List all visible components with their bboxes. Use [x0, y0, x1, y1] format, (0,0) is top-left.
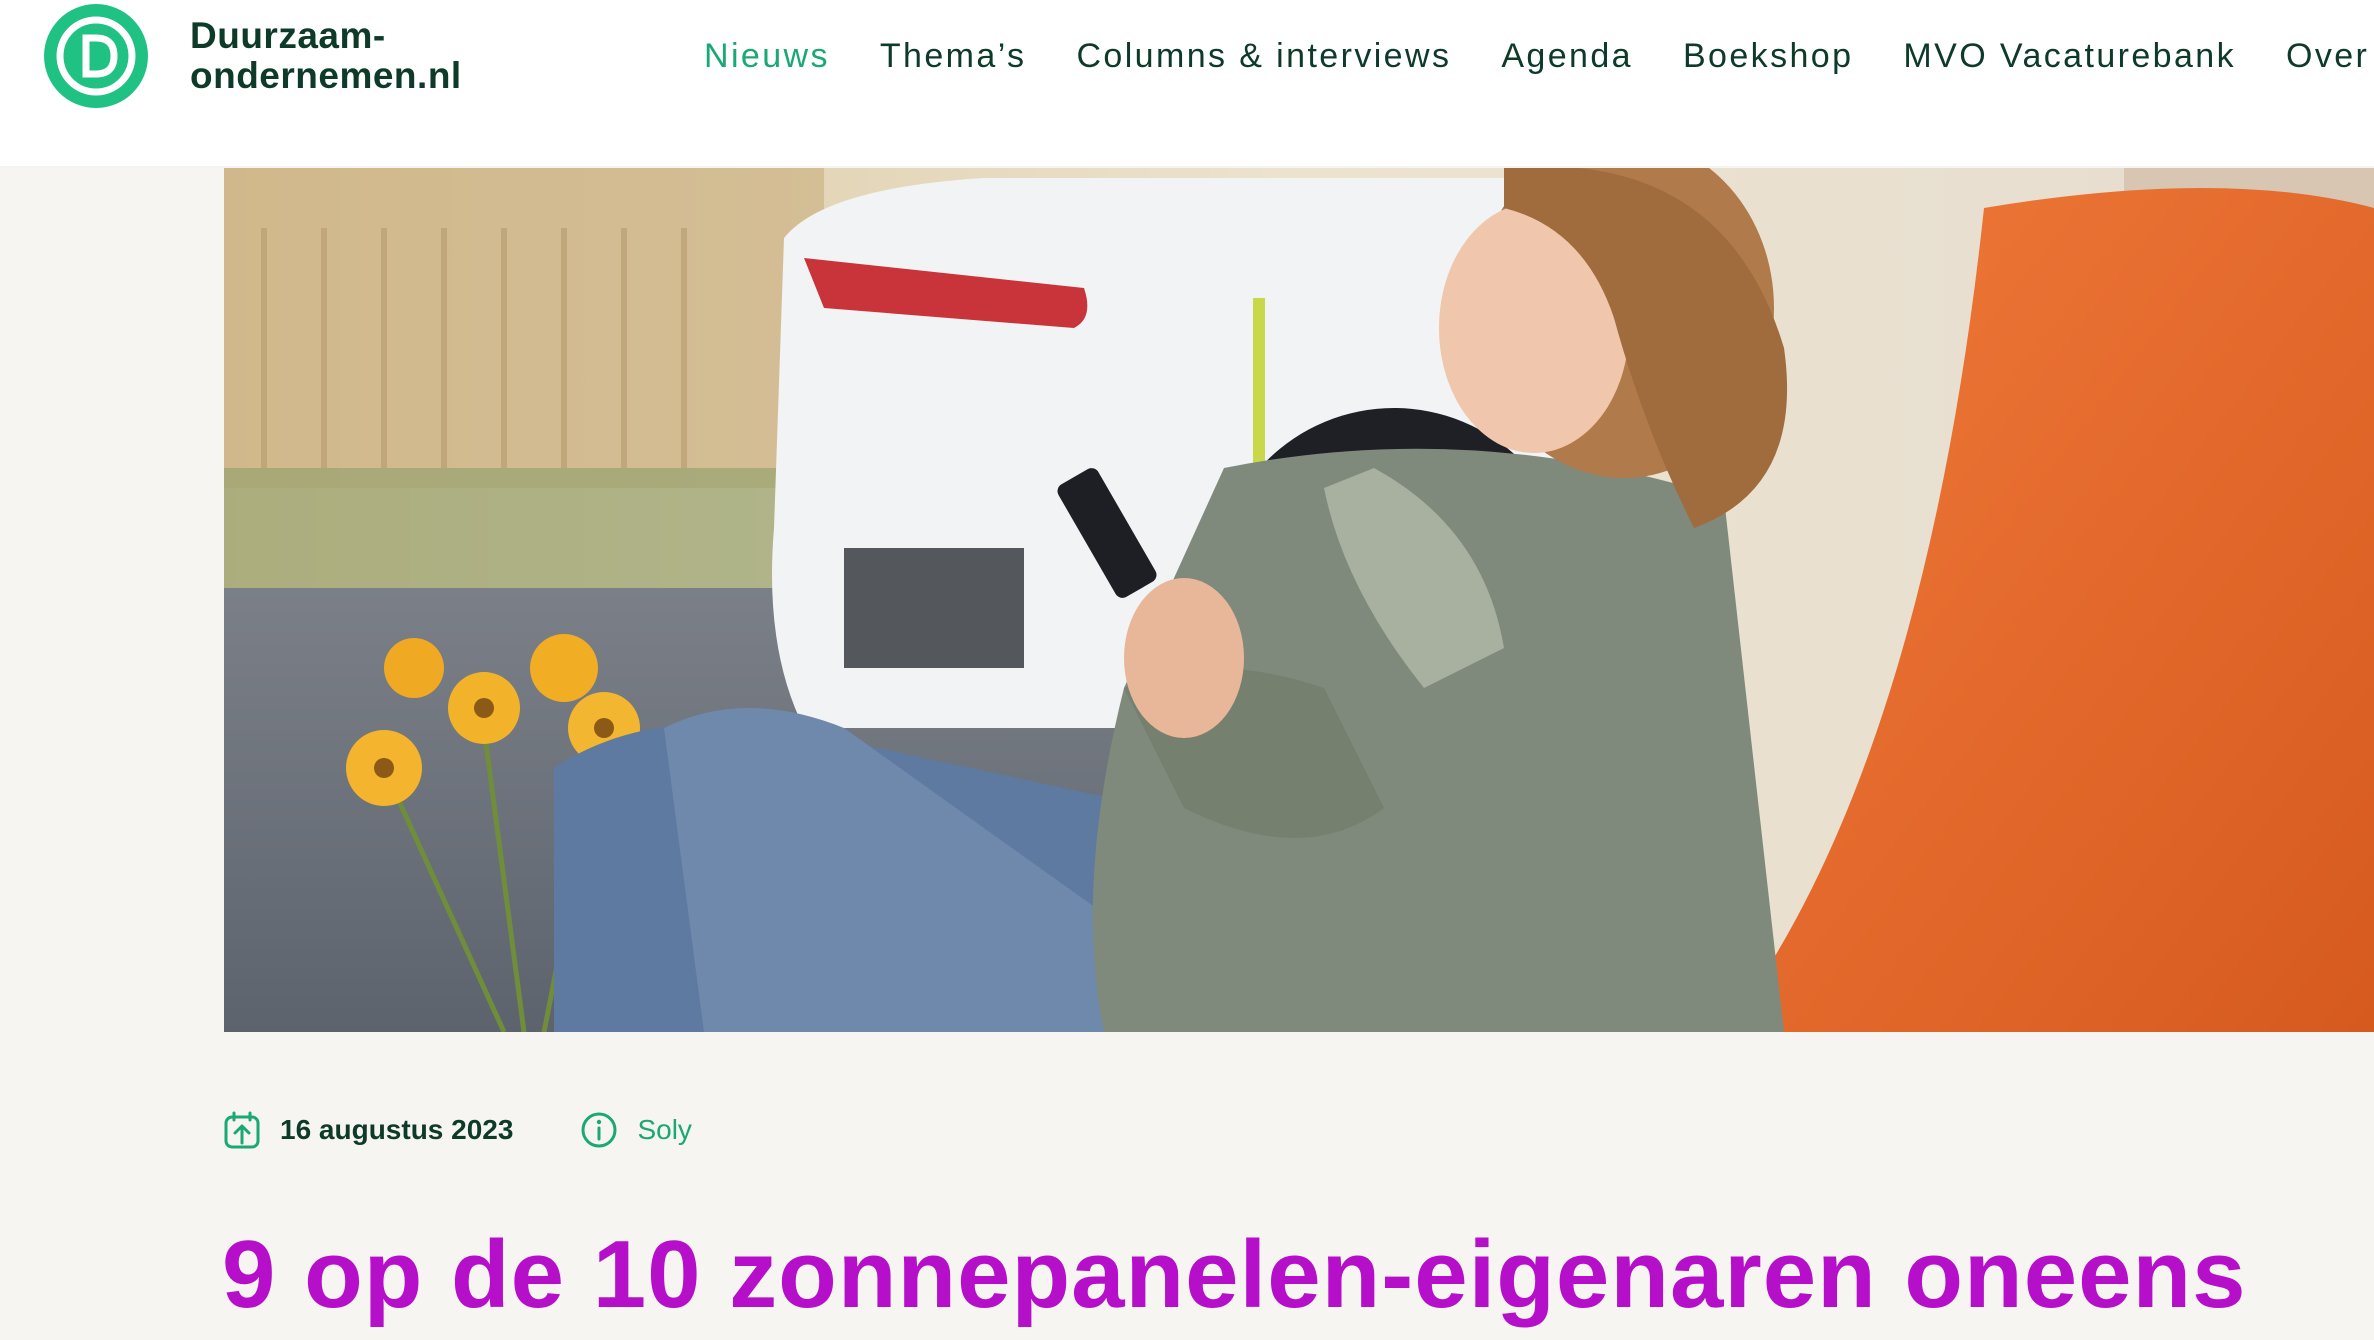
- article-source: Soly: [579, 1110, 692, 1150]
- calendar-upload-icon: [224, 1111, 260, 1149]
- nav-agenda[interactable]: Agenda: [1501, 32, 1633, 80]
- info-icon: [581, 1112, 617, 1148]
- article-meta: 16 augustus 2023 Soly: [222, 1110, 758, 1150]
- main-nav: Nieuws Thema’s Columns & interviews Agen…: [704, 32, 2374, 80]
- source-link[interactable]: Soly: [637, 1114, 691, 1146]
- nav-columns-interviews[interactable]: Columns & interviews: [1076, 32, 1451, 80]
- logo-line-2: ondernemen.nl: [190, 55, 462, 96]
- hero-photo-illustration: [224, 168, 2374, 1032]
- date-text: 16 augustus 2023: [280, 1114, 514, 1145]
- article-title: 9 op de 10 zonnepanelen-eigenaren oneens: [222, 1221, 2247, 1328]
- nav-mvo-vacaturebank[interactable]: MVO Vacaturebank: [1903, 32, 2236, 80]
- site-header: Duurzaam- ondernemen.nl Nieuws Thema’s C…: [0, 0, 2374, 166]
- logo-line-1: Duurzaam-: [190, 15, 386, 56]
- nav-themas[interactable]: Thema’s: [880, 32, 1027, 80]
- hero-image: [224, 168, 2374, 1032]
- publish-date: 16 augustus 2023: [222, 1110, 513, 1150]
- site-logo[interactable]: Duurzaam- ondernemen.nl: [42, 2, 462, 110]
- nav-nieuws[interactable]: Nieuws: [704, 32, 830, 80]
- logo-text: Duurzaam- ondernemen.nl: [190, 16, 462, 96]
- nav-over[interactable]: Over: [2286, 32, 2369, 80]
- nav-boekshop[interactable]: Boekshop: [1683, 32, 1853, 80]
- logo-icon: [44, 4, 148, 108]
